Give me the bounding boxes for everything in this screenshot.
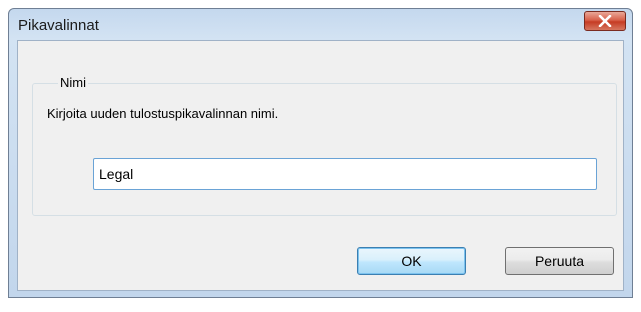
close-x-icon: [598, 15, 612, 27]
groupbox-legend: Nimi: [58, 75, 88, 90]
cancel-button[interactable]: Peruuta: [505, 247, 614, 275]
dialog-title: Pikavalinnat: [18, 17, 99, 34]
dialog-client-area: Nimi Kirjoita uuden tulostuspikavalinnan…: [17, 40, 624, 291]
name-groupbox: [32, 83, 617, 216]
ok-button[interactable]: OK: [357, 247, 466, 275]
name-description: Kirjoita uuden tulostuspikavalinnan nimi…: [47, 106, 279, 121]
shortcut-name-input[interactable]: [93, 158, 597, 190]
title-bar[interactable]: Pikavalinnat: [9, 9, 632, 40]
close-button[interactable]: [584, 11, 626, 31]
dialog-window: Pikavalinnat Nimi Kirjoita uuden tulostu…: [8, 8, 633, 298]
